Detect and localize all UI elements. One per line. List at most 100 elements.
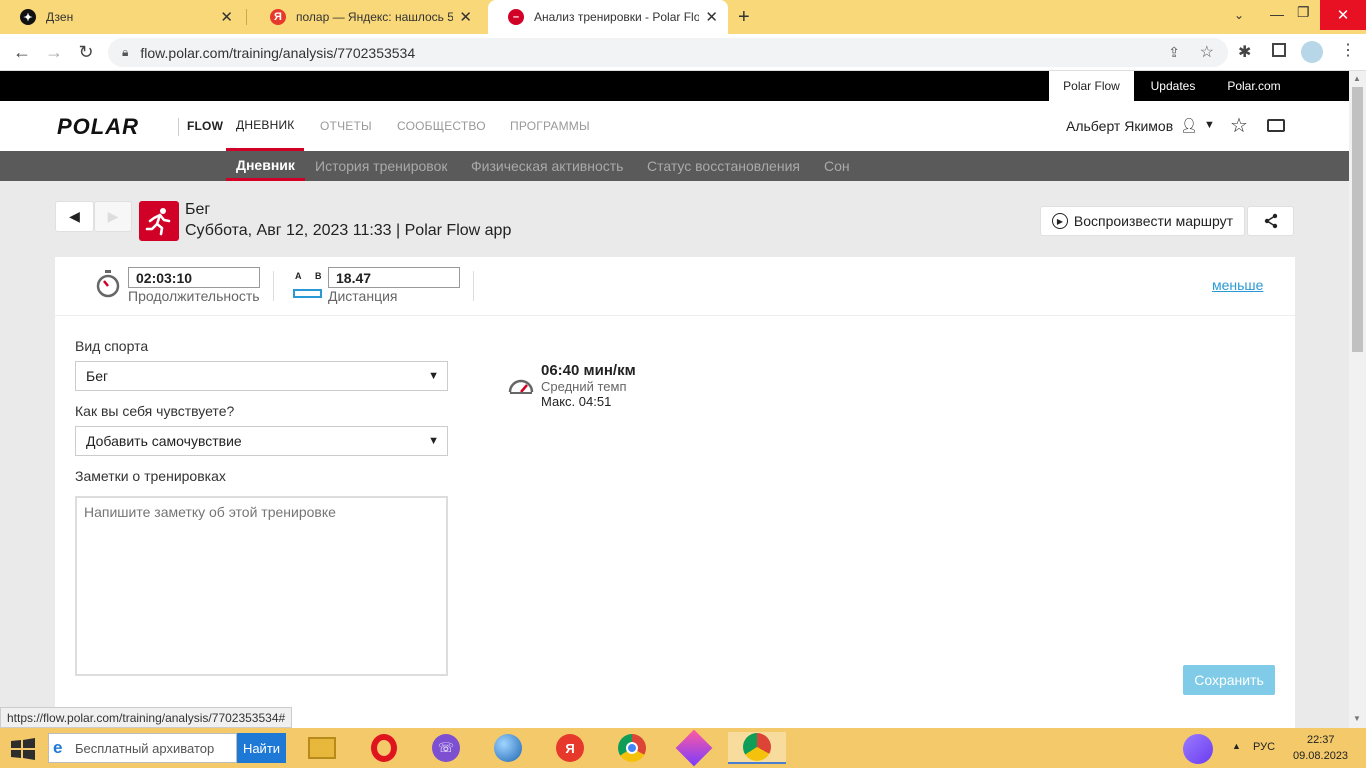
training-sport-title: Бег xyxy=(185,201,211,218)
restore-icon[interactable]: ❐ xyxy=(1297,4,1310,21)
nav-programs[interactable]: ПРОГРАММЫ xyxy=(510,101,590,151)
summary-divider xyxy=(473,271,474,301)
back-icon[interactable]: ← xyxy=(10,40,34,64)
link-polar-flow[interactable]: Polar Flow xyxy=(1049,71,1134,101)
distance-label: Дистанция xyxy=(328,288,398,304)
sport-select[interactable]: Бег ▼ xyxy=(75,361,448,391)
user-name[interactable]: Альберт Якимов xyxy=(1066,118,1173,134)
forward-icon[interactable]: → xyxy=(42,40,66,64)
ie-icon: e xyxy=(53,738,63,757)
messages-icon[interactable] xyxy=(1267,119,1285,132)
bookmark-star-icon[interactable]: ☆ xyxy=(1200,42,1214,62)
distance-icon-a: A xyxy=(295,271,302,281)
url-field[interactable]: 🔒︎ flow.polar.com/training/analysis/7702… xyxy=(108,38,1228,67)
tab-search-icon[interactable]: ⌄ xyxy=(1234,8,1244,22)
sport-select-value: Бег xyxy=(86,368,109,384)
subnav-training-history[interactable]: История тренировок xyxy=(315,151,447,181)
yandex-browser-icon[interactable]: Я xyxy=(552,732,588,764)
user-dropdown-icon[interactable]: ▼ xyxy=(1204,119,1215,131)
feeling-select[interactable]: Добавить самочувствие ▼ xyxy=(75,426,448,456)
share-button[interactable] xyxy=(1247,206,1294,236)
subnav-activity[interactable]: Физическая активность xyxy=(471,151,623,181)
alice-assistant-icon[interactable] xyxy=(1183,734,1213,764)
side-panel-icon[interactable] xyxy=(1272,43,1286,57)
close-tab-icon[interactable]: ✕ xyxy=(220,8,233,26)
windows-start-icon[interactable] xyxy=(10,738,38,760)
dropdown-arrow-icon: ▼ xyxy=(428,435,439,447)
subnav-sleep[interactable]: Сон xyxy=(824,151,850,181)
page-viewport: Polar Flow Updates Polar.com POLAR FLOW … xyxy=(0,71,1349,728)
subnav-recovery[interactable]: Статус восстановления xyxy=(647,151,800,181)
opera-icon[interactable] xyxy=(366,732,402,764)
page-scrollbar[interactable]: ▲ ▼ xyxy=(1349,71,1366,728)
replay-route-label: Воспроизвести маршрут xyxy=(1073,213,1234,229)
replay-route-button[interactable]: ▶ Воспроизвести маршрут xyxy=(1040,206,1245,236)
file-explorer-icon[interactable] xyxy=(304,732,340,764)
tab-title: полар — Яндекс: нашлось 5 тыс xyxy=(296,10,454,24)
tab-dzen[interactable]: ✦ Дзен ✕ xyxy=(0,0,243,34)
feeling-select-value: Добавить самочувствие xyxy=(86,433,242,449)
minimize-icon[interactable]: — xyxy=(1270,6,1284,22)
tab-title: Анализ тренировки - Polar Flow xyxy=(534,10,700,24)
distance-icon-b: B xyxy=(315,271,322,281)
dropdown-arrow-icon: ▼ xyxy=(428,370,439,382)
tray-expand-icon[interactable]: ▲ xyxy=(1232,741,1241,751)
nav-reports[interactable]: ОТЧЕТЫ xyxy=(320,101,372,151)
lock-icon: 🔒︎ xyxy=(122,45,129,59)
clock-time[interactable]: 22:37 xyxy=(1307,734,1335,746)
play-icon: ▶ xyxy=(1051,213,1068,229)
duration-value[interactable]: 02:03:10 xyxy=(128,267,260,288)
address-bar-row: ← → ↻ 🔒︎ flow.polar.com/training/analysi… xyxy=(0,34,1366,71)
scrollbar-thumb[interactable] xyxy=(1352,87,1363,352)
share-page-icon[interactable]: ⇪ xyxy=(1168,44,1180,61)
close-tab-icon[interactable]: ✕ xyxy=(705,8,718,26)
scroll-down-icon[interactable]: ▼ xyxy=(1353,714,1361,723)
pace-value: 06:40 мин/км xyxy=(541,362,636,379)
nav-community[interactable]: СООБЩЕСТВО xyxy=(397,101,486,151)
user-icon[interactable]: 👤︎ xyxy=(1180,117,1198,134)
card-divider xyxy=(55,315,1295,316)
pace-label: Средний темп xyxy=(541,379,627,394)
notes-textarea[interactable] xyxy=(75,496,448,676)
main-header: POLAR FLOW ДНЕВНИК ОТЧЕТЫ СООБЩЕСТВО ПРО… xyxy=(0,101,1349,151)
tab-yandex-search[interactable]: Я полар — Яндекс: нашлось 5 тыс ✕ xyxy=(250,0,482,34)
polar-logo[interactable]: POLAR xyxy=(57,114,139,140)
yandex-icon: Я xyxy=(270,9,286,25)
link-polar-com[interactable]: Polar.com xyxy=(1214,71,1294,101)
status-bar-url: https://flow.polar.com/training/analysis… xyxy=(0,707,293,728)
nav-diary[interactable]: ДНЕВНИК xyxy=(226,101,305,151)
summary-divider xyxy=(273,271,274,301)
polar-top-strip: Polar Flow Updates Polar.com xyxy=(0,71,1349,101)
distance-value[interactable]: 18.47 xyxy=(328,267,460,288)
favorites-star-icon[interactable]: ☆ xyxy=(1230,113,1248,138)
extensions-icon[interactable]: ✱ xyxy=(1238,42,1251,62)
profile-avatar[interactable] xyxy=(1301,41,1323,63)
app-gem-icon[interactable] xyxy=(675,729,713,767)
duration-label: Продолжительность xyxy=(128,288,260,304)
prev-training-button[interactable]: ◀ xyxy=(55,201,94,232)
globe-browser-icon[interactable] xyxy=(490,732,526,764)
save-button[interactable]: Сохранить xyxy=(1183,665,1275,695)
new-tab-icon[interactable]: + xyxy=(738,6,750,29)
chrome-icon[interactable] xyxy=(614,732,650,764)
clock-date[interactable]: 09.08.2023 xyxy=(1293,750,1348,762)
distance-icon: A B xyxy=(293,271,323,301)
browser-menu-icon[interactable]: ⋮ xyxy=(1340,40,1356,60)
tab-polar-flow[interactable]: – Анализ тренировки - Polar Flow ✕ xyxy=(488,0,728,34)
taskbar-search-input[interactable]: e Бесплатный архиватор xyxy=(48,733,237,763)
reload-icon[interactable]: ↻ xyxy=(74,40,98,64)
taskbar-search-button[interactable]: Найти xyxy=(237,733,286,763)
chrome-active-window-icon[interactable] xyxy=(728,732,786,764)
language-indicator[interactable]: РУС xyxy=(1253,741,1275,753)
close-window-icon[interactable]: ✕ xyxy=(1320,0,1366,30)
less-link[interactable]: меньше xyxy=(1212,277,1263,293)
subnav-diary[interactable]: Дневник xyxy=(226,151,305,181)
scroll-up-icon[interactable]: ▲ xyxy=(1353,74,1361,83)
logo-divider xyxy=(178,118,179,136)
feeling-label: Как вы себя чувствуете? xyxy=(75,403,235,419)
speedometer-icon xyxy=(508,375,534,395)
link-updates[interactable]: Updates xyxy=(1138,71,1208,101)
viber-icon[interactable]: ☏ xyxy=(428,732,464,764)
next-training-button[interactable]: ▶ xyxy=(94,201,132,232)
close-tab-icon[interactable]: ✕ xyxy=(459,8,472,26)
